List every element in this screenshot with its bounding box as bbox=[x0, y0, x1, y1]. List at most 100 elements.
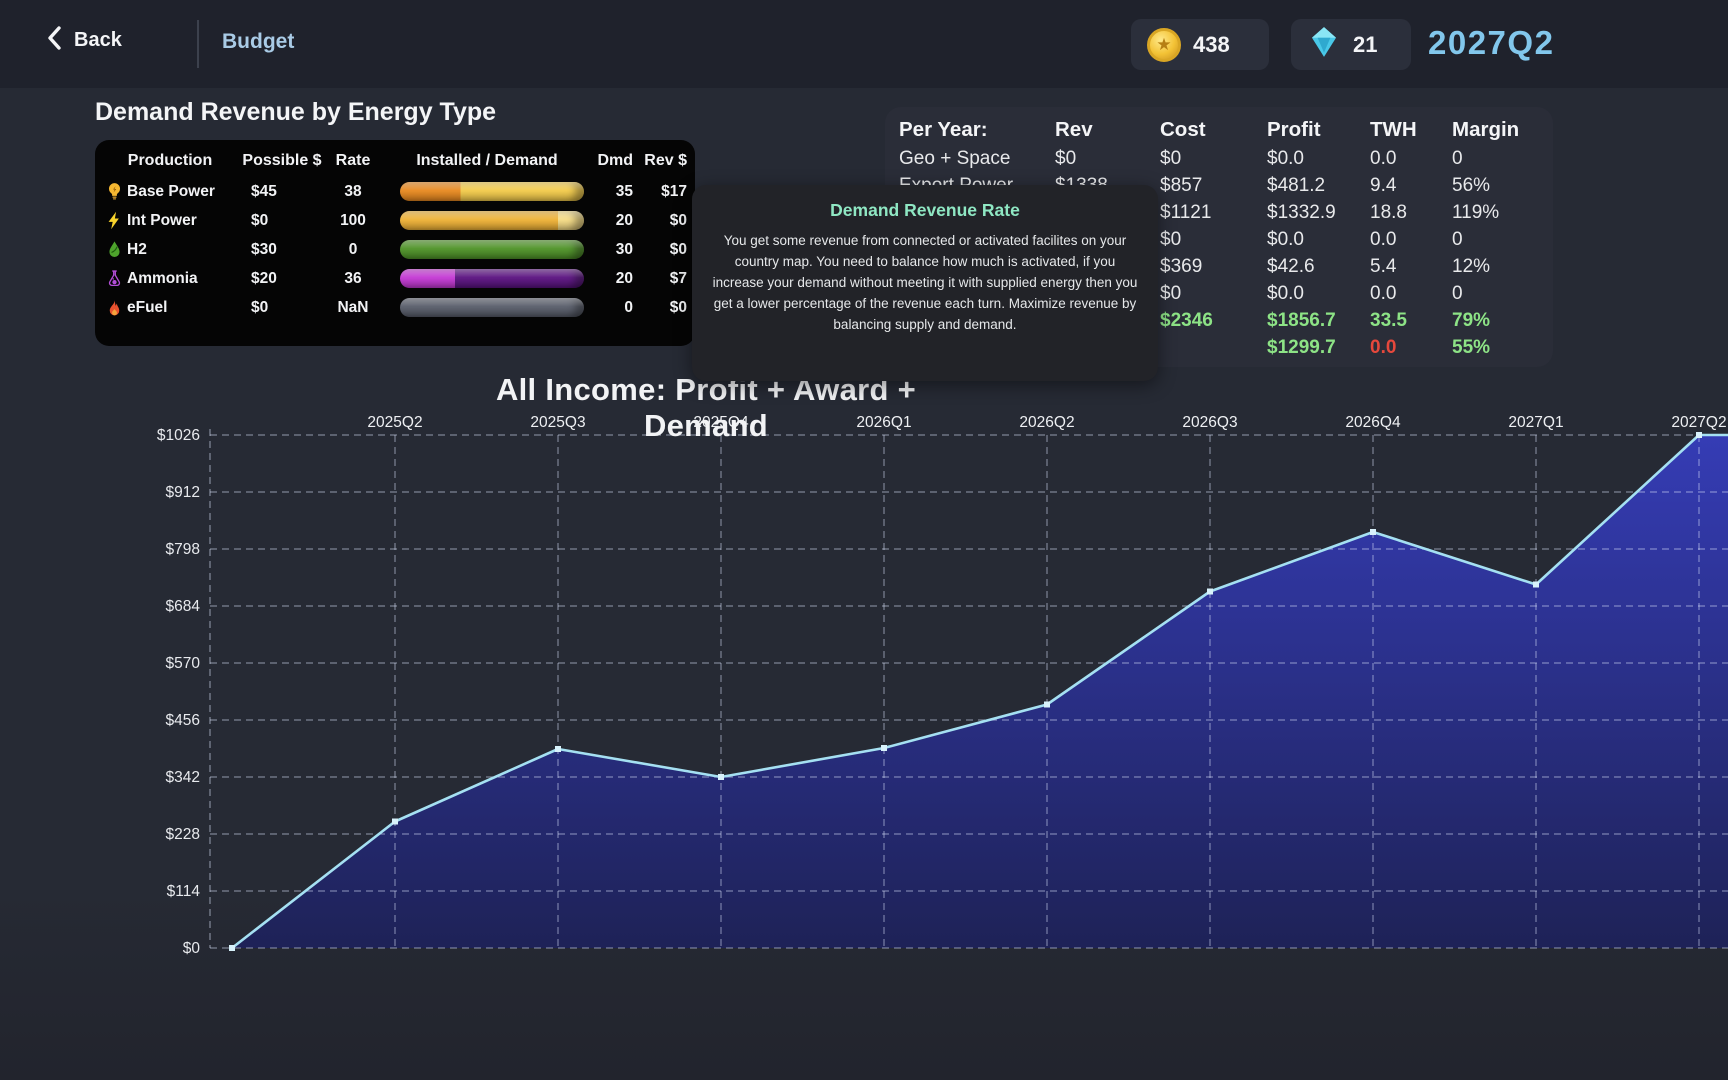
x-tick-label: 2027Q1 bbox=[1508, 414, 1563, 431]
demand-rows: Base Power$453835$17Int Power$010020$0H2… bbox=[101, 177, 687, 322]
y-tick-label: $912 bbox=[166, 484, 200, 501]
data-point bbox=[555, 746, 561, 752]
per-year-twh: 9.4 bbox=[1370, 175, 1452, 197]
per-year-twh: 0.0 bbox=[1370, 148, 1452, 170]
per-year-margin: 55% bbox=[1452, 337, 1547, 359]
data-point bbox=[1533, 582, 1539, 588]
data-point bbox=[1370, 529, 1376, 535]
y-tick-label: $342 bbox=[166, 769, 200, 786]
bolt-icon bbox=[101, 210, 127, 231]
per-year-cost: $0 bbox=[1160, 148, 1267, 170]
per-year-cost: $0 bbox=[1160, 229, 1267, 251]
rev-value: $0 bbox=[639, 299, 687, 317]
per-year-profit: $481.2 bbox=[1267, 175, 1370, 197]
x-tick-label: 2026Q2 bbox=[1019, 414, 1074, 431]
energy-name: Int Power bbox=[127, 212, 239, 230]
per-year-cost: $2346 bbox=[1160, 310, 1267, 332]
energy-name: Ammonia bbox=[127, 270, 239, 288]
per-year-header: Per Year: Rev Cost Profit TWH Margin bbox=[899, 115, 1553, 145]
tooltip-title: Demand Revenue Rate bbox=[712, 200, 1138, 221]
data-point bbox=[1696, 432, 1702, 438]
header-per-year: Per Year: bbox=[899, 118, 1055, 142]
y-tick-label: $228 bbox=[166, 826, 200, 843]
rev-value: $0 bbox=[639, 212, 687, 230]
header-rev: Rev bbox=[1055, 118, 1160, 142]
rate-value: 36 bbox=[325, 270, 381, 288]
flame-icon bbox=[105, 297, 124, 318]
per-year-twh: 18.8 bbox=[1370, 202, 1452, 224]
demand-table: Production Possible $ Rate Installed / D… bbox=[95, 140, 695, 346]
per-year-twh: 5.4 bbox=[1370, 256, 1452, 278]
demand-table-header: Production Possible $ Rate Installed / D… bbox=[101, 148, 687, 174]
y-tick-label: $114 bbox=[167, 883, 201, 900]
possible-value: $30 bbox=[239, 241, 325, 259]
x-tick-label: 2025Q2 bbox=[367, 414, 422, 431]
data-point bbox=[1044, 702, 1050, 708]
header-dmd: Dmd bbox=[593, 152, 639, 170]
energy-name: eFuel bbox=[127, 299, 239, 317]
y-tick-label: $684 bbox=[166, 598, 201, 615]
rate-value: 38 bbox=[325, 183, 381, 201]
y-tick-label: $1026 bbox=[157, 427, 200, 444]
rev-value: $0 bbox=[639, 241, 687, 259]
possible-value: $0 bbox=[239, 212, 325, 230]
demand-table-title: Demand Revenue by Energy Type bbox=[95, 98, 496, 127]
y-tick-label: $456 bbox=[166, 712, 200, 729]
per-year-twh: 0.0 bbox=[1370, 283, 1452, 305]
data-point bbox=[392, 819, 398, 825]
energy-name: H2 bbox=[127, 241, 239, 259]
drop-icon bbox=[101, 239, 127, 260]
installed-demand-bar bbox=[381, 211, 593, 230]
chart-title: All Income: Profit + Award + Demand bbox=[446, 372, 966, 444]
flask-icon bbox=[101, 268, 127, 289]
demand-revenue-tooltip: Demand Revenue Rate You get some revenue… bbox=[692, 185, 1158, 381]
header-rate: Rate bbox=[325, 152, 381, 170]
tooltip-body: You get some revenue from connected or a… bbox=[712, 230, 1138, 335]
header-production: Production bbox=[101, 152, 239, 170]
possible-value: $45 bbox=[239, 183, 325, 201]
x-tick-label: 2026Q4 bbox=[1345, 414, 1401, 431]
data-point bbox=[1207, 589, 1213, 595]
header-margin: Margin bbox=[1452, 118, 1547, 142]
per-year-cost: $369 bbox=[1160, 256, 1267, 278]
per-year-twh: 0.0 bbox=[1370, 229, 1452, 251]
header-profit: Profit bbox=[1267, 118, 1370, 142]
per-year-margin: 79% bbox=[1452, 310, 1547, 332]
header-twh: TWH bbox=[1370, 118, 1452, 142]
data-point bbox=[881, 745, 887, 751]
per-year-cost: $1121 bbox=[1160, 202, 1267, 224]
header-cost: Cost bbox=[1160, 118, 1267, 142]
budget-screen: $0 $114 $228 $342 $456 $570 $684 $798 $912 $1026 2… bbox=[0, 0, 1728, 1080]
per-year-margin: 56% bbox=[1452, 175, 1547, 197]
x-tick-label: 2027Q2 bbox=[1671, 414, 1726, 431]
per-year-profit: $0.0 bbox=[1267, 283, 1370, 305]
rate-value: NaN bbox=[325, 299, 381, 317]
per-year-label: Geo + Space bbox=[899, 148, 1055, 170]
per-year-twh: 0.0 bbox=[1370, 337, 1452, 359]
per-year-margin: 119% bbox=[1452, 202, 1547, 224]
per-year-rev: $0 bbox=[1055, 148, 1160, 170]
rev-value: $17 bbox=[639, 183, 687, 201]
data-point bbox=[229, 945, 235, 951]
droplet-icon bbox=[105, 239, 124, 260]
per-year-profit: $42.6 bbox=[1267, 256, 1370, 278]
y-tick-label: $570 bbox=[166, 655, 201, 672]
installed-demand-bar bbox=[381, 298, 593, 317]
area-fill bbox=[232, 435, 1728, 948]
per-year-cost: $857 bbox=[1160, 175, 1267, 197]
per-year-profit: $1856.7 bbox=[1267, 310, 1370, 332]
demand-row: H2$300 30$0 bbox=[101, 235, 687, 264]
demand-row: Ammonia$203620$7 bbox=[101, 264, 687, 293]
possible-value: $20 bbox=[239, 270, 325, 288]
dmd-value: 30 bbox=[593, 241, 639, 259]
per-year-margin: 0 bbox=[1452, 229, 1547, 251]
per-year-row: Geo + Space$0$0$0.00.00 bbox=[899, 145, 1553, 172]
dmd-value: 0 bbox=[593, 299, 639, 317]
per-year-twh: 33.5 bbox=[1370, 310, 1452, 332]
y-tick-label: $798 bbox=[166, 541, 200, 558]
rate-value: 0 bbox=[325, 241, 381, 259]
bulb-icon bbox=[105, 181, 124, 202]
dmd-value: 20 bbox=[593, 270, 639, 288]
installed-demand-bar bbox=[381, 240, 593, 259]
demand-row: eFuel$0NaN0$0 bbox=[101, 293, 687, 322]
